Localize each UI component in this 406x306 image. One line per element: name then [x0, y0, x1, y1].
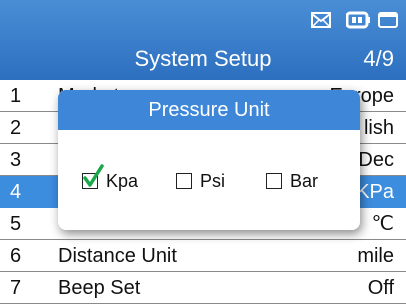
row-number: 7 [10, 277, 22, 299]
row-value: KPa [356, 181, 394, 203]
row-number: 1 [10, 85, 22, 107]
option-label: Psi [200, 171, 226, 191]
settings-row-distance-unit[interactable]: 6 Distance Unit mile [0, 240, 406, 272]
settings-row-beep-set[interactable]: 7 Beep Set Off [0, 272, 406, 304]
row-number: 4 [10, 181, 22, 203]
row-number: 5 [10, 213, 22, 235]
header-bar: System Setup 4/9 [0, 0, 406, 80]
page-title: System Setup [134, 46, 272, 71]
option-psi[interactable]: Psi [176, 168, 246, 198]
row-label: Beep Set [58, 277, 141, 299]
row-number: 3 [10, 149, 22, 171]
row-value: mile [357, 245, 394, 267]
checkbox-bar[interactable] [266, 173, 282, 189]
option-bar[interactable]: Bar [266, 168, 336, 198]
row-value: Dec [358, 149, 394, 171]
mail-icon [310, 9, 332, 31]
battery-icon [345, 9, 370, 31]
option-label: Bar [290, 171, 319, 191]
checkbox-psi[interactable] [176, 173, 192, 189]
option-kpa[interactable]: Kpa [82, 164, 152, 198]
row-value: ℃ [371, 213, 394, 235]
page-indicator: 4/9 [363, 46, 394, 71]
row-value: lish [363, 117, 394, 139]
option-label: Kpa [106, 171, 139, 191]
dialog-title: Pressure Unit [58, 90, 360, 130]
row-number: 2 [10, 117, 22, 139]
unit-options: Kpa Psi Bar [58, 164, 360, 198]
check-mark-icon [83, 164, 104, 187]
checkbox-kpa[interactable] [82, 164, 104, 189]
system-setup-screen: System Setup 4/9 1 Market Europe 2 lish … [0, 0, 406, 306]
row-number: 6 [10, 245, 22, 267]
display-icon [378, 9, 398, 31]
row-value: Off [367, 277, 394, 299]
pressure-unit-dialog: Pressure Unit Kpa Psi Bar [58, 90, 360, 230]
row-label: Distance Unit [58, 245, 177, 267]
